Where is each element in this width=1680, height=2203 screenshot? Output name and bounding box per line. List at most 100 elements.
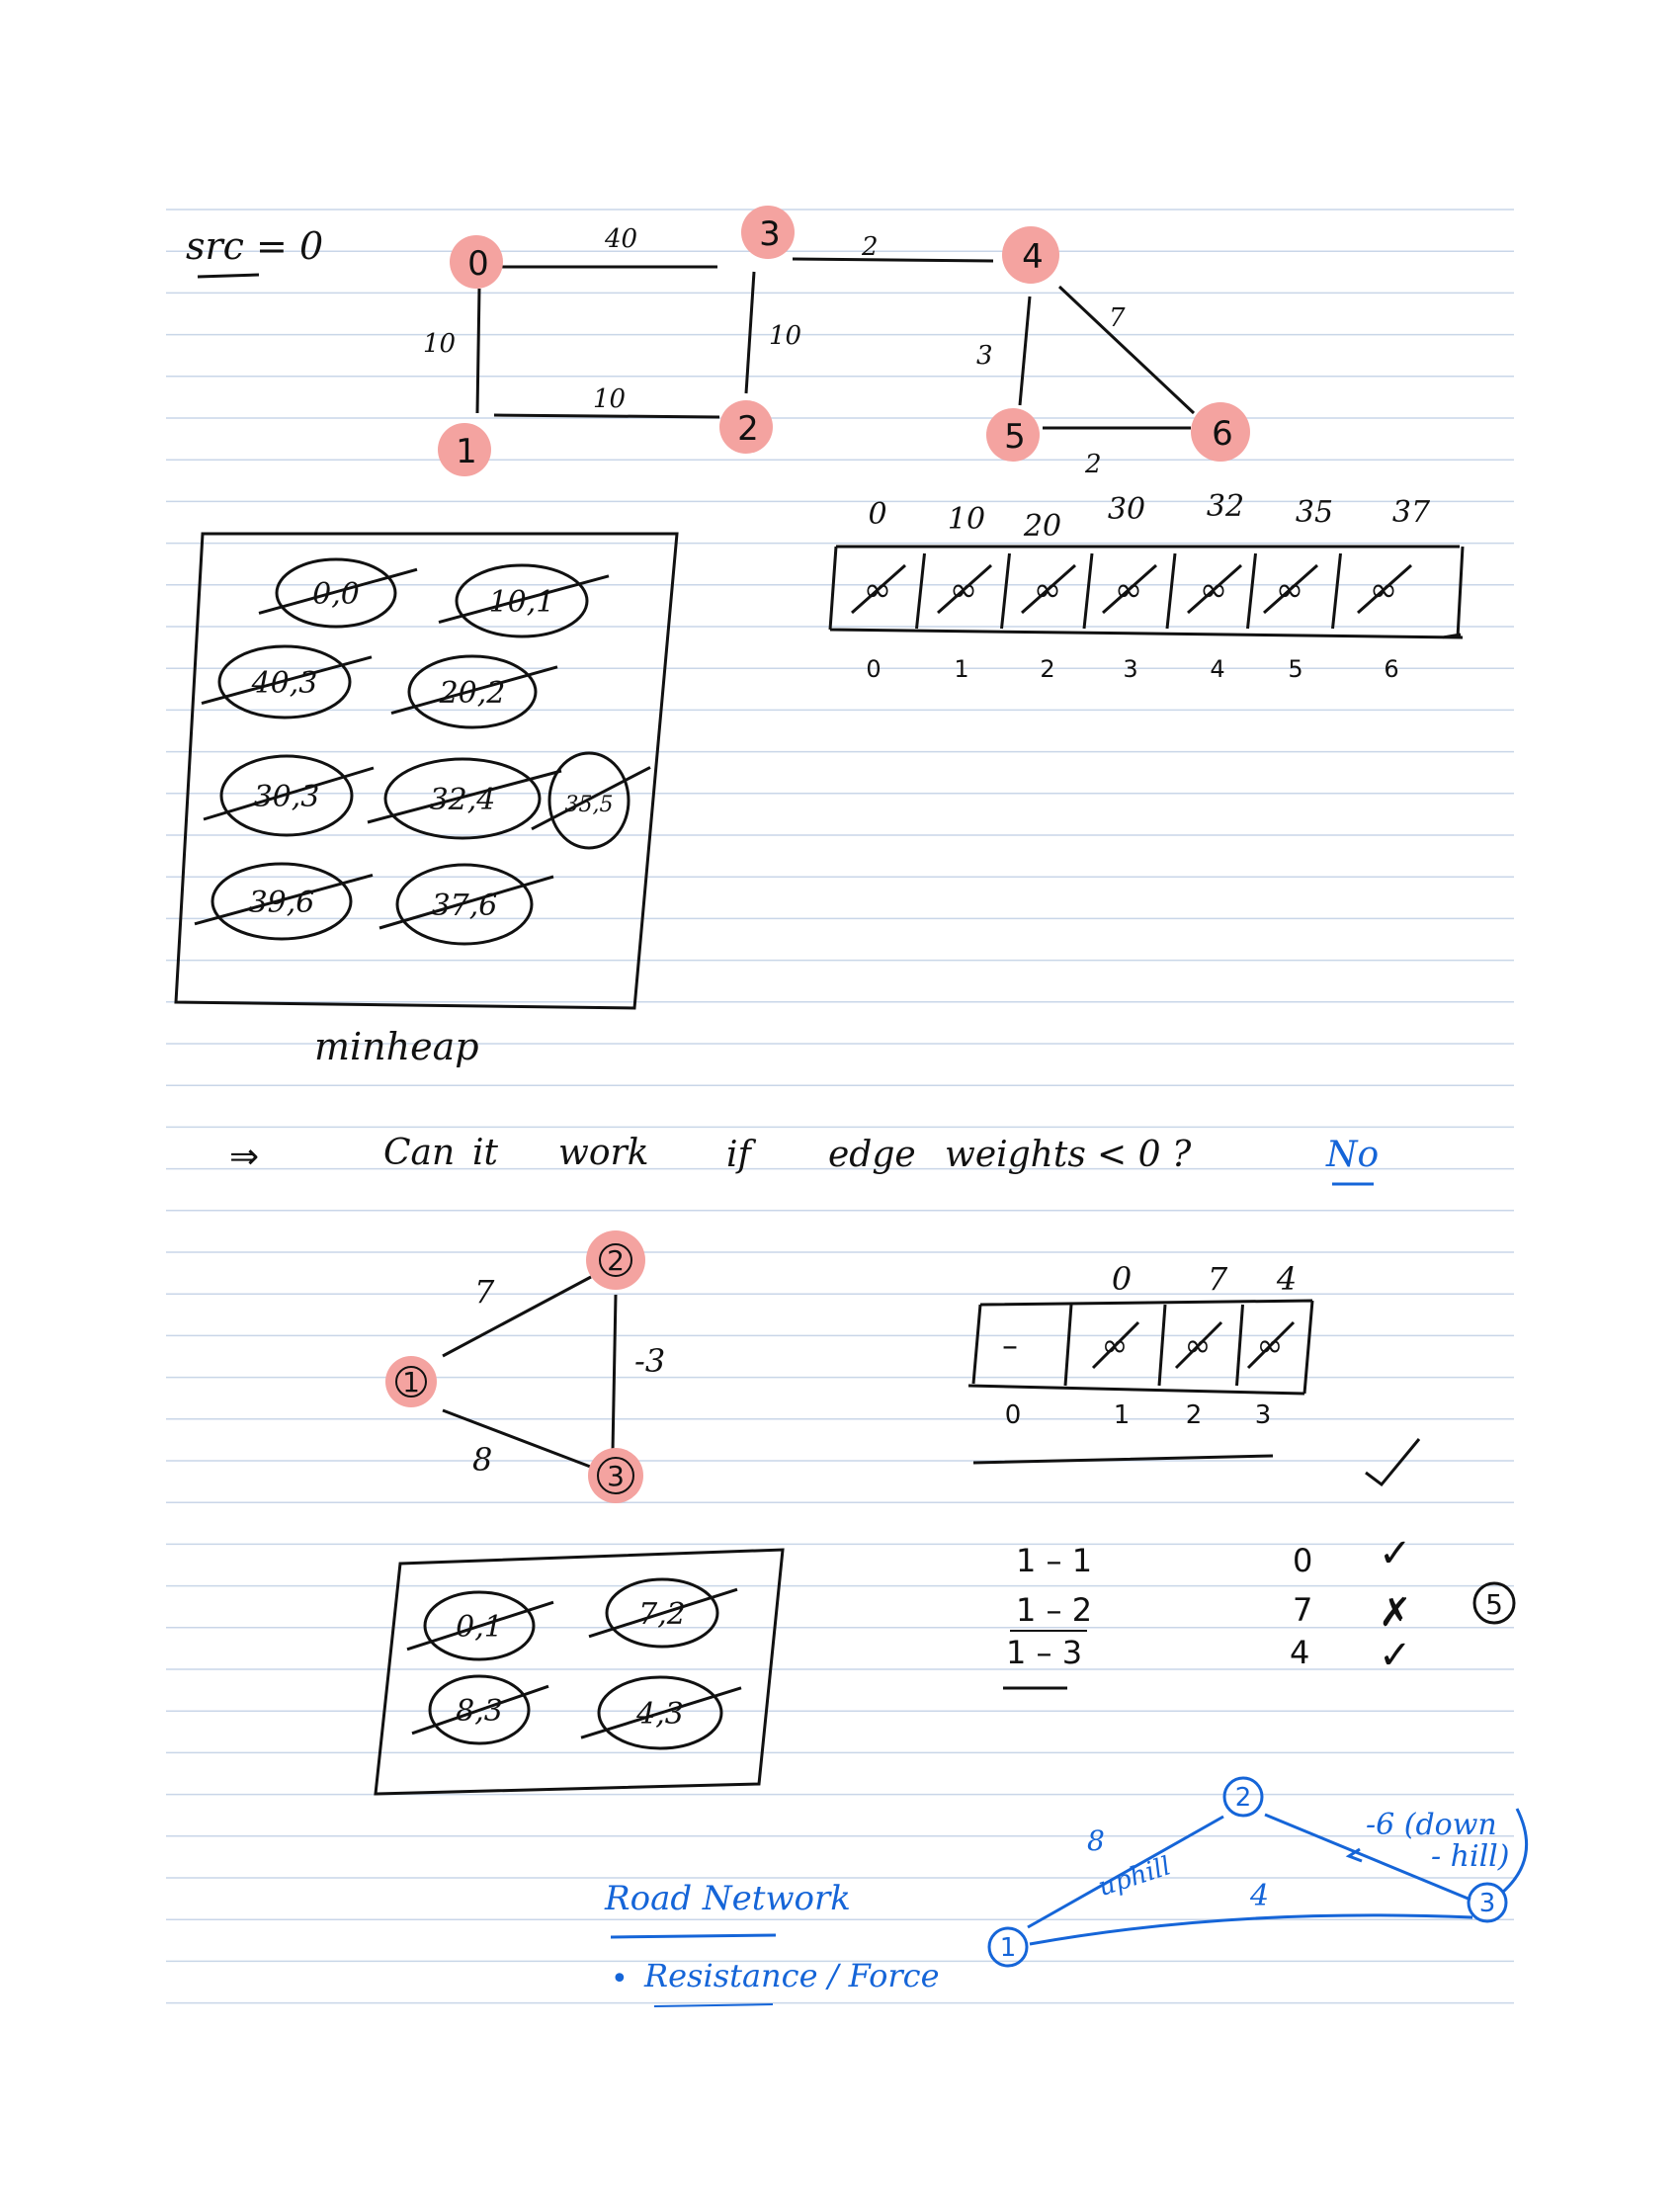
svg-text:src = 0: src = 0 xyxy=(186,224,323,268)
path-1-1: 1 – 1 xyxy=(1016,1542,1092,1579)
svg-text:edge: edge xyxy=(828,1135,916,1175)
minheap-1: 0,0 10,1 40,3 20,2 30,3 32,4 35,5 39,6 37,6 minh… xyxy=(174,532,679,1068)
dist-index: 2 xyxy=(1186,1400,1203,1430)
dist-value-above: 7 xyxy=(1208,1260,1228,1298)
label-uphill: uphill xyxy=(1095,1851,1175,1903)
heap-item: 7,2 xyxy=(588,1577,738,1649)
svg-text:2: 2 xyxy=(607,1244,625,1277)
cell-divider xyxy=(915,552,926,630)
weight-3-2: 10 xyxy=(769,321,801,351)
svg-text:4: 4 xyxy=(1290,1634,1309,1671)
heap-item: 20,2 xyxy=(390,654,558,729)
cell-divider xyxy=(1082,552,1094,630)
dist-index: 4 xyxy=(1210,655,1224,683)
node-2: 2 xyxy=(719,400,773,454)
node-6: 6 xyxy=(1191,402,1250,462)
weight-1-3: 8 xyxy=(472,1441,492,1479)
weight-0-3: 40 xyxy=(604,224,637,254)
implies-arrow: ⇒ xyxy=(229,1137,259,1177)
cell-divider xyxy=(1063,1304,1073,1387)
dist-value-above: 37 xyxy=(1392,495,1431,530)
svg-text:< 0 ?: < 0 ? xyxy=(1097,1135,1192,1175)
dist-cell: – xyxy=(1002,1326,1018,1364)
rn-node-1: 1 xyxy=(987,1926,1029,1968)
svg-text:weights: weights xyxy=(945,1135,1086,1175)
cell-divider xyxy=(1157,1304,1167,1387)
svg-text:3: 3 xyxy=(607,1460,625,1492)
heap-item: 35,5 xyxy=(531,751,651,850)
svg-text:39,6: 39,6 xyxy=(249,886,315,920)
svg-text:30,3: 30,3 xyxy=(254,780,320,814)
svg-text:2: 2 xyxy=(737,409,759,449)
dist-index: 1 xyxy=(1114,1400,1131,1430)
dist-value-above: 4 xyxy=(1276,1260,1297,1298)
answer-no: No xyxy=(1325,1135,1379,1175)
dist-index: 0 xyxy=(1005,1400,1022,1430)
dist-index: 3 xyxy=(1255,1400,1272,1430)
dist-index: 1 xyxy=(954,655,968,683)
heap-item: 10,1 xyxy=(438,563,610,638)
resistance-force-note: Resistance / Force xyxy=(643,1957,940,1994)
svg-text:0: 0 xyxy=(1293,1542,1312,1579)
cell-divider xyxy=(1246,552,1257,630)
dist-index: 2 xyxy=(1040,655,1054,683)
weight-1-2: 7 xyxy=(474,1273,495,1311)
svg-text:4: 4 xyxy=(1022,237,1044,277)
path-1-2: 1 – 2 xyxy=(1016,1591,1092,1629)
svg-text:37,6: 37,6 xyxy=(432,889,498,923)
edge-1-2 xyxy=(442,1275,592,1358)
edge-4-6 xyxy=(1057,285,1196,415)
dist-value-above: 0 xyxy=(868,497,886,532)
svg-text:1: 1 xyxy=(402,1366,420,1398)
heap-item: 4,3 xyxy=(580,1675,742,1750)
dist-value-above: 35 xyxy=(1296,495,1333,530)
svg-text:0,0: 0,0 xyxy=(312,577,360,612)
road-network-title: Road Network xyxy=(604,1879,851,1918)
dist-value-above: 30 xyxy=(1108,492,1145,527)
circled-note: 5 xyxy=(1472,1581,1516,1625)
heap-item: 30,3 xyxy=(203,754,375,837)
bullet-dot: • xyxy=(611,1962,629,1996)
svg-text:work: work xyxy=(558,1133,649,1173)
dist-index: 0 xyxy=(866,655,881,683)
dist-table-1: 0102030323537 ∞∞∞∞∞∞∞ 0123456 xyxy=(828,489,1465,683)
cell-divider xyxy=(1165,552,1177,630)
check-icon: ✓ xyxy=(1379,1633,1412,1678)
weight-2-3: -3 xyxy=(634,1342,665,1380)
svg-text:40,3: 40,3 xyxy=(251,666,318,701)
svg-text:1: 1 xyxy=(456,432,477,471)
rn-node-2: 2 xyxy=(1222,1776,1264,1818)
label-hill: - hill) xyxy=(1431,1839,1509,1874)
heap-item: 32,4 xyxy=(367,757,562,840)
svg-text:Can: Can xyxy=(383,1133,455,1173)
edge-3-2 xyxy=(744,271,756,394)
g2-node-3: 3 xyxy=(588,1448,643,1503)
svg-text:0: 0 xyxy=(467,244,489,284)
dist-value-above: 10 xyxy=(948,502,985,537)
src-label: src = 0 xyxy=(186,224,323,279)
edge-4-5 xyxy=(1018,296,1032,406)
weight-5-6: 2 xyxy=(1084,450,1102,479)
weight-0-1: 10 xyxy=(423,329,456,359)
svg-text:3: 3 xyxy=(1479,1889,1496,1918)
svg-text:5: 5 xyxy=(1485,1588,1503,1621)
dist-value-above: 20 xyxy=(1023,509,1061,544)
node-3: 3 xyxy=(741,206,795,259)
weight-4-6: 7 xyxy=(1109,303,1126,333)
svg-text:10,1: 10,1 xyxy=(489,585,555,620)
question-line: ⇒ Can it work if edge weights < 0 ? No xyxy=(229,1133,1379,1186)
cross-icon: ✗ xyxy=(1379,1590,1412,1636)
dist-value-above: 32 xyxy=(1207,489,1244,524)
minheap-label: minheap xyxy=(314,1025,479,1068)
g2-node-1: 1 xyxy=(385,1356,437,1407)
svg-text:7: 7 xyxy=(1293,1591,1312,1629)
graph1-nodes: 0 1 2 3 4 5 6 xyxy=(438,206,1250,476)
svg-text:5: 5 xyxy=(1004,417,1026,457)
heap-item: 8,3 xyxy=(411,1674,549,1745)
cell-divider xyxy=(1331,552,1342,630)
svg-text:2: 2 xyxy=(1235,1783,1252,1813)
heap-item: 39,6 xyxy=(194,862,374,941)
svg-text:6: 6 xyxy=(1212,414,1233,454)
cell-divider xyxy=(1235,1304,1244,1387)
svg-text:it: it xyxy=(472,1133,499,1173)
